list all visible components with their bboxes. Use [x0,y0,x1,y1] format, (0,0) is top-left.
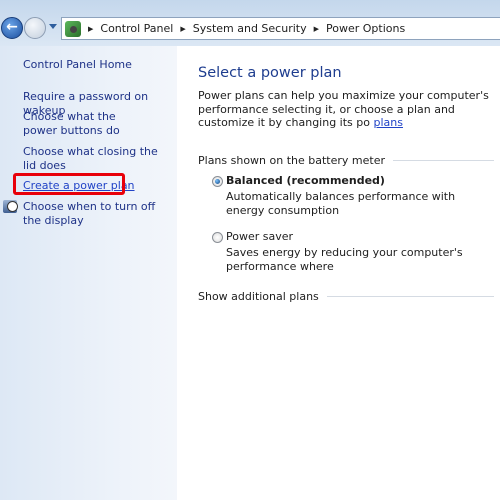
breadcrumb-separator-icon[interactable]: ▶ [180,25,185,33]
group-label: Plans shown on the battery meter [198,154,386,167]
breadcrumb-control-panel[interactable]: Control Panel [100,22,173,35]
page-description: Power plans can help you maximize your c… [198,89,494,130]
plans-link[interactable]: plans [374,116,403,129]
recent-pages-chevron-icon[interactable] [49,24,57,29]
divider [326,296,494,297]
plan-balanced-description: Automatically balances performance with … [226,190,456,217]
breadcrumb-power-options[interactable]: Power Options [326,22,405,35]
page-title: Select a power plan [198,65,342,81]
breadcrumb-separator-icon[interactable]: ▶ [314,25,319,33]
radio-power-saver[interactable] [212,232,223,243]
forward-button[interactable] [24,17,46,39]
window-titlebar: ← ▶ Control Panel ▶ System and Security … [0,0,500,46]
back-button[interactable]: ← [1,17,23,39]
sidebar-item-display[interactable]: Choose when to turn off the display [23,200,168,228]
highlight-box [13,173,125,195]
display-timer-icon [3,200,18,213]
sidebar-home-link[interactable]: Control Panel Home [23,58,173,72]
show-additional-plans[interactable]: Show additional plans [198,290,494,303]
divider [393,160,494,161]
breadcrumb-system-security[interactable]: System and Security [193,22,307,35]
address-bar[interactable]: ▶ Control Panel ▶ System and Security ▶ … [61,17,500,40]
breadcrumb-separator-icon[interactable]: ▶ [88,25,93,33]
main-content: Select a power plan Power plans can help… [177,46,500,500]
plan-power-saver-label[interactable]: Power saver [226,230,293,243]
plan-power-saver-description: Saves energy by reducing your computer's… [226,246,463,273]
sidebar-item-power-buttons[interactable]: Choose what the power buttons do [23,110,148,138]
plan-balanced-label[interactable]: Balanced (recommended) [226,174,385,187]
group-battery-meter: Plans shown on the battery meter [198,154,494,167]
show-additional-plans-label[interactable]: Show additional plans [198,290,319,303]
sidebar-item-lid[interactable]: Choose what closing the lid does [23,145,163,173]
control-panel-icon [65,20,81,37]
radio-balanced[interactable] [212,176,223,187]
